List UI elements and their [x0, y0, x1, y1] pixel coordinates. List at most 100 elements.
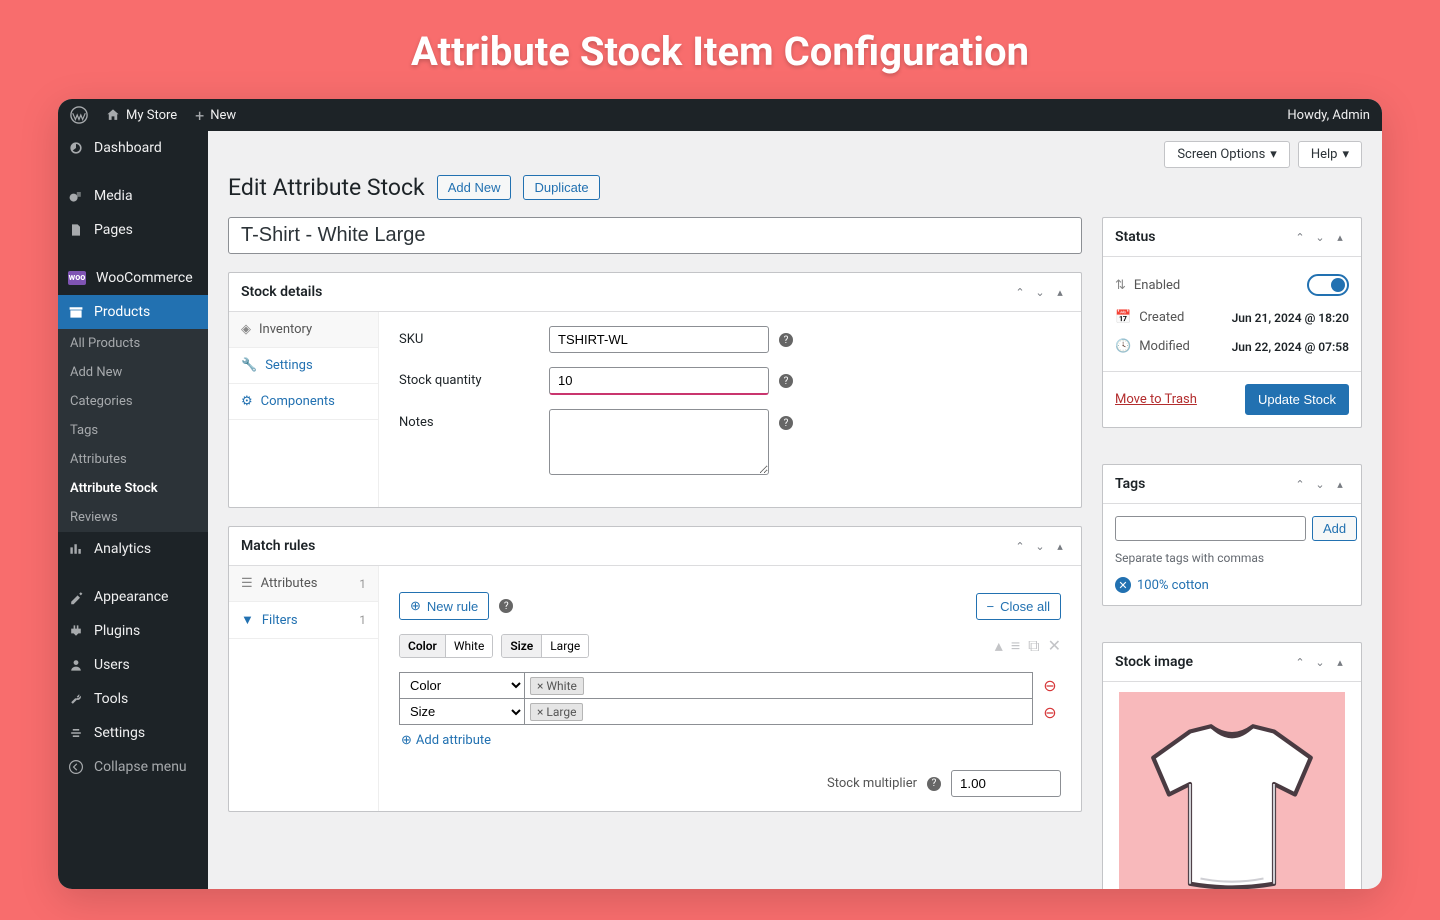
- move-up-icon[interactable]: ▴: [995, 636, 1003, 656]
- remove-token-icon[interactable]: ×: [537, 679, 543, 693]
- add-new-button[interactable]: Add New: [437, 175, 512, 200]
- copy-icon[interactable]: ⧉: [1028, 636, 1039, 656]
- remove-row-icon[interactable]: ⊖: [1039, 699, 1061, 725]
- sub-item-categories[interactable]: Categories: [58, 387, 208, 416]
- panel-title-stock-image: Stock image: [1115, 654, 1291, 670]
- notes-input[interactable]: [549, 409, 769, 475]
- panel-toggle-icon[interactable]: ▴: [1331, 228, 1349, 246]
- update-stock-button[interactable]: Update Stock: [1245, 384, 1349, 415]
- drag-icon[interactable]: ≡: [1011, 636, 1020, 656]
- panel-title-stock-details: Stock details: [241, 284, 1011, 300]
- panel-toggle-icon[interactable]: ▴: [1051, 283, 1069, 301]
- new-link[interactable]: +New: [195, 106, 236, 125]
- sidebar-item-users[interactable]: Users: [58, 648, 208, 682]
- sub-item-all-products[interactable]: All Products: [58, 329, 208, 358]
- tags-input[interactable]: [1115, 516, 1306, 541]
- sub-item-reviews[interactable]: Reviews: [58, 503, 208, 532]
- panel-down-icon[interactable]: ⌄: [1031, 283, 1049, 301]
- caret-down-icon: ▾: [1342, 147, 1349, 162]
- products-submenu: All Products Add New Categories Tags Att…: [58, 329, 208, 532]
- panel-toggle-icon[interactable]: ▴: [1331, 475, 1349, 493]
- help-icon[interactable]: ?: [779, 374, 793, 388]
- sidebar-item-woocommerce[interactable]: wooWooCommerce: [58, 261, 208, 295]
- attribute-row-color: Color ×White ⊖: [399, 672, 1061, 699]
- rule-summary-size: SizeLarge: [501, 634, 589, 658]
- sku-input[interactable]: [549, 326, 769, 353]
- help-icon[interactable]: ?: [779, 333, 793, 347]
- status-modified-label: Modified: [1139, 339, 1190, 354]
- clock-icon: 🕓: [1115, 339, 1131, 354]
- token-large[interactable]: ×Large: [530, 703, 583, 721]
- sub-item-tags[interactable]: Tags: [58, 416, 208, 445]
- panel-down-icon[interactable]: ⌄: [1031, 537, 1049, 555]
- tab-filters[interactable]: ▼Filters1: [229, 602, 378, 639]
- add-tag-button[interactable]: Add: [1312, 516, 1357, 541]
- panel-down-icon[interactable]: ⌄: [1311, 228, 1329, 246]
- tag-chip: ✕100% cotton: [1115, 577, 1349, 593]
- sidebar-item-tools[interactable]: Tools: [58, 682, 208, 716]
- tab-components[interactable]: ⚙Components: [229, 384, 378, 420]
- banner-title: Attribute Stock Item Configuration: [0, 0, 1440, 99]
- new-rule-button[interactable]: ⊕New rule: [399, 592, 489, 620]
- attribute-select[interactable]: Color: [399, 672, 525, 699]
- sidebar-item-dashboard[interactable]: Dashboard: [58, 131, 208, 165]
- attribute-select[interactable]: Size: [399, 699, 525, 725]
- status-enabled-label: Enabled: [1134, 278, 1180, 293]
- panel-up-icon[interactable]: ⌃: [1291, 475, 1309, 493]
- attribute-row-size: Size ×Large ⊖: [399, 699, 1061, 725]
- title-input[interactable]: [228, 217, 1082, 254]
- sidebar-item-products[interactable]: Products: [58, 295, 208, 329]
- remove-tag-icon[interactable]: ✕: [1115, 577, 1131, 593]
- sub-item-attributes[interactable]: Attributes: [58, 445, 208, 474]
- qty-label: Stock quantity: [399, 367, 549, 388]
- panel-up-icon[interactable]: ⌃: [1011, 283, 1029, 301]
- panel-down-icon[interactable]: ⌄: [1311, 475, 1329, 493]
- enabled-toggle[interactable]: [1307, 274, 1349, 296]
- tab-settings[interactable]: 🔧Settings: [229, 348, 378, 384]
- sidebar-item-analytics[interactable]: Analytics: [58, 532, 208, 566]
- wp-logo[interactable]: [70, 106, 88, 124]
- collapse-menu[interactable]: Collapse menu: [58, 750, 208, 784]
- multiplier-input[interactable]: [951, 770, 1061, 797]
- sidebar-item-pages[interactable]: Pages: [58, 213, 208, 247]
- tab-attributes[interactable]: ☰Attributes1: [229, 566, 378, 602]
- token-white[interactable]: ×White: [530, 677, 584, 695]
- howdy-link[interactable]: Howdy, Admin: [1287, 108, 1370, 123]
- sidebar-item-settings[interactable]: Settings: [58, 716, 208, 750]
- status-modified-value: Jun 22, 2024 @ 07:58: [1232, 340, 1349, 354]
- sidebar-item-media[interactable]: Media: [58, 179, 208, 213]
- help-icon[interactable]: ?: [779, 416, 793, 430]
- remove-token-icon[interactable]: ×: [537, 705, 543, 719]
- panel-toggle-icon[interactable]: ▴: [1331, 653, 1349, 671]
- panel-up-icon[interactable]: ⌃: [1011, 537, 1029, 555]
- rule-summary-color: ColorWhite: [399, 634, 493, 658]
- duplicate-button[interactable]: Duplicate: [523, 175, 599, 200]
- stock-image[interactable]: [1119, 692, 1345, 889]
- close-icon[interactable]: ✕: [1048, 636, 1061, 656]
- help-icon[interactable]: ?: [499, 599, 513, 613]
- move-to-trash-link[interactable]: Move to Trash: [1115, 392, 1197, 407]
- sub-item-attribute-stock[interactable]: Attribute Stock: [58, 474, 208, 503]
- analytics-icon: [68, 541, 84, 557]
- panel-toggle-icon[interactable]: ▴: [1051, 537, 1069, 555]
- sidebar-item-plugins[interactable]: Plugins: [58, 614, 208, 648]
- qty-input[interactable]: [549, 367, 769, 395]
- sidebar-item-appearance[interactable]: Appearance: [58, 580, 208, 614]
- notes-label: Notes: [399, 409, 549, 430]
- panel-up-icon[interactable]: ⌃: [1291, 653, 1309, 671]
- tab-inventory[interactable]: ◈Inventory: [229, 312, 378, 348]
- plugins-icon: [68, 623, 84, 639]
- sub-item-add-new[interactable]: Add New: [58, 358, 208, 387]
- add-attribute-link[interactable]: ⊕Add attribute: [399, 725, 1061, 756]
- help-button[interactable]: Help▾: [1298, 141, 1362, 168]
- screen-options-button[interactable]: Screen Options▾: [1164, 141, 1290, 168]
- panel-up-icon[interactable]: ⌃: [1291, 228, 1309, 246]
- panel-down-icon[interactable]: ⌄: [1311, 653, 1329, 671]
- help-icon[interactable]: ?: [927, 777, 941, 791]
- site-link[interactable]: My Store: [106, 108, 177, 123]
- close-all-button[interactable]: −Close all: [976, 593, 1061, 620]
- attribute-values-field[interactable]: ×Large: [525, 699, 1033, 725]
- users-icon: [68, 657, 84, 673]
- attribute-values-field[interactable]: ×White: [525, 672, 1033, 699]
- remove-row-icon[interactable]: ⊖: [1039, 672, 1061, 699]
